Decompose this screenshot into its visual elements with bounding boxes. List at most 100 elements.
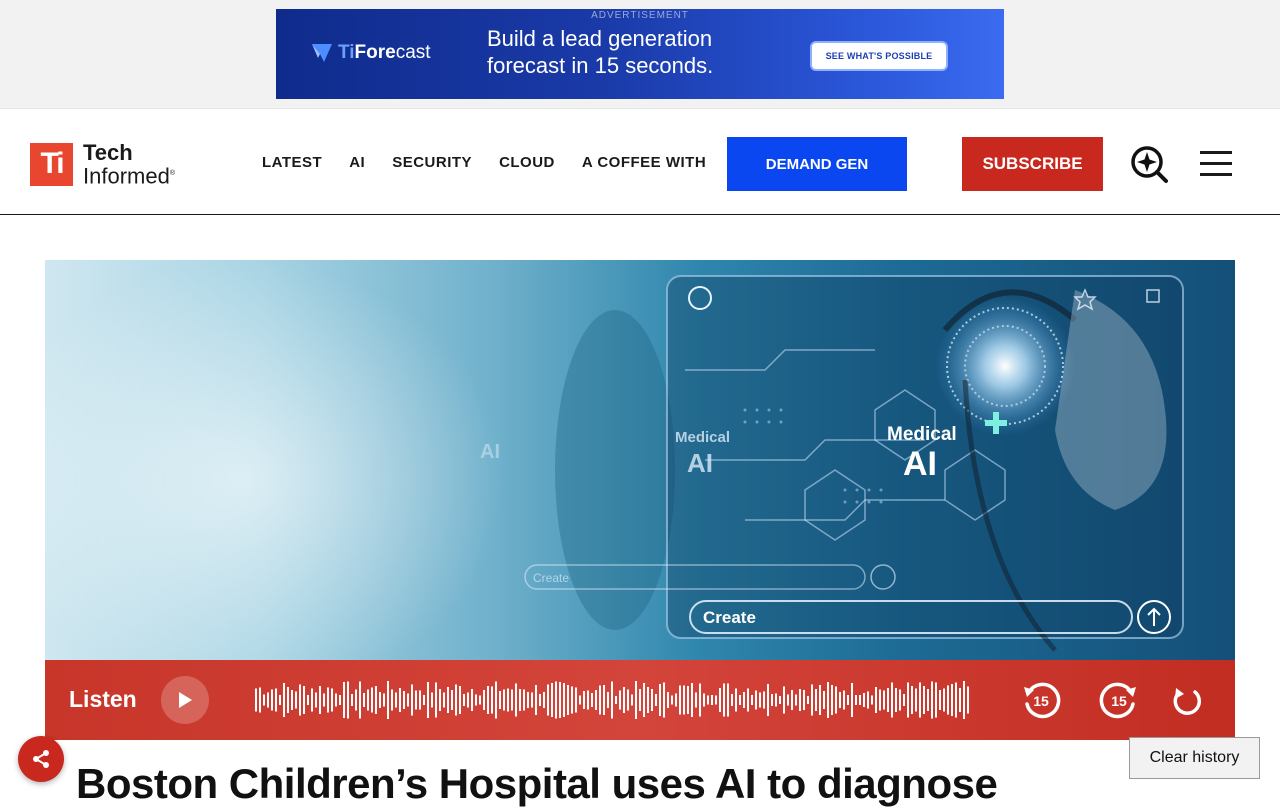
ad-cta-button[interactable]: SEE WHAT'S POSSIBLE: [810, 41, 948, 71]
logo-registered: ®: [169, 170, 175, 177]
waveform-bar: [527, 692, 529, 708]
waveform-bar: [343, 682, 345, 718]
ad-headline-line1: Build a lead generation: [487, 26, 713, 51]
waveform-bar: [735, 688, 737, 712]
waveform-bar: [931, 681, 933, 719]
waveform-bar: [739, 695, 741, 705]
waveform-bar: [295, 691, 297, 709]
waveform-bar: [639, 689, 641, 711]
waveform-bar: [731, 694, 733, 706]
rewind-15-icon[interactable]: 15: [1021, 680, 1061, 720]
waveform-bar: [763, 691, 765, 709]
waveform-bar: [923, 686, 925, 714]
waveform-bar: [279, 695, 281, 705]
waveform-bar: [487, 686, 489, 714]
share-button[interactable]: [18, 736, 64, 782]
waveform-bar: [759, 692, 761, 708]
waveform-bar: [667, 692, 669, 708]
waveform-bar: [863, 693, 865, 707]
hero-label-ai-faint: AI: [480, 441, 500, 463]
waveform-bar: [611, 681, 613, 719]
play-button[interactable]: [161, 676, 209, 724]
waveform-bar: [767, 684, 769, 716]
waveform-bar: [587, 690, 589, 710]
waveform-bar: [703, 693, 705, 707]
waveform-bar: [415, 690, 417, 710]
audio-waveform[interactable]: [255, 680, 971, 720]
waveform-bar: [847, 695, 849, 705]
waveform-bar: [259, 687, 261, 713]
clear-history-button[interactable]: Clear history: [1129, 737, 1260, 779]
waveform-bar: [795, 694, 797, 706]
waveform-bar: [471, 689, 473, 711]
waveform-bar: [679, 685, 681, 715]
waveform-bar: [599, 685, 601, 715]
waveform-bar: [871, 695, 873, 705]
waveform-bar: [499, 691, 501, 709]
waveform-bar: [483, 690, 485, 710]
waveform-bar: [883, 690, 885, 710]
waveform-bar: [891, 682, 893, 718]
waveform-bar: [595, 690, 597, 710]
waveform-bar: [443, 692, 445, 708]
site-header: Ti Tech Informed® LATEST AI SECURITY CLO…: [0, 108, 1280, 215]
waveform-bar: [879, 689, 881, 711]
listen-label: Listen: [69, 686, 137, 712]
waveform-bar: [947, 685, 949, 715]
waveform-bar: [563, 683, 565, 717]
waveform-bar: [715, 695, 717, 705]
waveform-bar: [823, 691, 825, 709]
waveform-bar: [935, 682, 937, 718]
waveform-bar: [787, 694, 789, 706]
ad-brand-rest: cast: [395, 42, 431, 63]
waveform-bar: [331, 688, 333, 712]
waveform-bar: [775, 693, 777, 707]
waveform-bar: [275, 688, 277, 712]
waveform-bar: [651, 689, 653, 711]
waveform-bar: [867, 691, 869, 709]
waveform-bar: [627, 689, 629, 711]
waveform-bar: [491, 686, 493, 714]
waveform-bar: [407, 693, 409, 707]
waveform-bar: [423, 695, 425, 705]
nav-latest[interactable]: LATEST: [262, 154, 322, 171]
replay-icon[interactable]: [1167, 680, 1207, 720]
logo-text: Tech Informed®: [83, 142, 175, 187]
main-nav: LATEST AI SECURITY CLOUD A COFFEE WITH: [262, 154, 706, 171]
waveform-bar: [603, 685, 605, 715]
waveform-bar: [263, 694, 265, 706]
rewind-15-label: 15: [1033, 693, 1049, 709]
waveform-bar: [347, 681, 349, 719]
waveform-bar: [843, 690, 845, 710]
search-sparkle-icon[interactable]: [1129, 144, 1169, 184]
site-logo[interactable]: Ti Tech Informed®: [30, 142, 175, 187]
waveform-bar: [683, 685, 685, 715]
waveform-bar: [327, 687, 329, 713]
waveform-bar: [659, 684, 661, 716]
nav-ai[interactable]: AI: [349, 154, 365, 171]
ad-banner[interactable]: ADVERTISEMENT TiForecast Build a lead ge…: [276, 9, 1004, 99]
hamburger-menu-icon[interactable]: [1200, 151, 1232, 177]
nav-a-coffee-with[interactable]: A COFFEE WITH: [582, 154, 706, 171]
waveform-bar: [323, 693, 325, 707]
waveform-bar: [711, 695, 713, 705]
waveform-bar: [267, 692, 269, 708]
waveform-bar: [319, 686, 321, 714]
demand-gen-button[interactable]: DEMAND GEN: [727, 137, 907, 191]
nav-cloud[interactable]: CLOUD: [499, 154, 555, 171]
hero-image: Medical AI Medical AI AI Create Create: [45, 260, 1235, 660]
waveform-bar: [723, 683, 725, 717]
waveform-bar: [435, 682, 437, 718]
waveform-bar: [811, 684, 813, 716]
subscribe-button[interactable]: SUBSCRIBE: [962, 137, 1103, 191]
waveform-bar: [555, 681, 557, 719]
waveform-bar: [591, 693, 593, 707]
waveform-bar: [807, 696, 809, 704]
waveform-bar: [663, 682, 665, 718]
waveform-bar: [903, 694, 905, 706]
ad-headline: Build a lead generation forecast in 15 s…: [487, 25, 713, 79]
waveform-bar: [507, 688, 509, 712]
forward-15-icon[interactable]: 15: [1099, 680, 1139, 720]
nav-security[interactable]: SECURITY: [392, 154, 472, 171]
article-headline: Boston Children’s Hospital uses AI to di…: [76, 760, 998, 807]
